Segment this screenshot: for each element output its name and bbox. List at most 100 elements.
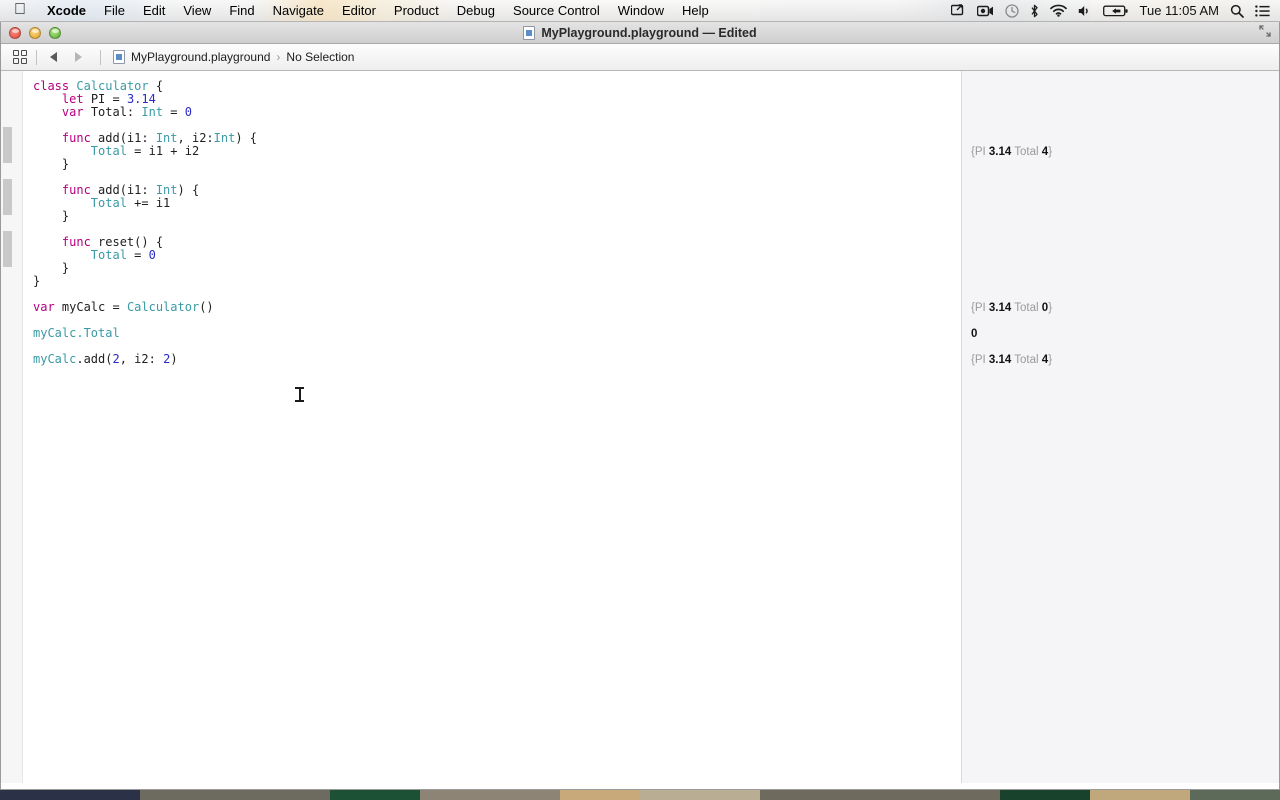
result-token: {PI	[971, 354, 989, 366]
wifi-icon[interactable]	[1049, 4, 1067, 17]
menu-source-control[interactable]: Source Control	[504, 0, 609, 22]
code-token: 3.14	[126, 92, 156, 106]
code-folding-gutter[interactable]	[1, 71, 23, 783]
code-token: .add(	[76, 352, 113, 366]
code-token: add(i1:	[98, 131, 156, 145]
screen-recording-icon[interactable]	[976, 5, 994, 17]
code-token: Total	[90, 144, 127, 158]
menu-product[interactable]: Product	[385, 0, 448, 22]
code-token: ) {	[177, 183, 200, 197]
code-token: Int	[155, 183, 178, 197]
code-token: }	[33, 274, 41, 288]
code-line[interactable]: class Calculator {	[33, 80, 961, 93]
code-line[interactable]: func add(i1: Int) {	[33, 184, 961, 197]
list-lines-icon[interactable]	[1255, 4, 1270, 17]
result-row[interactable]: {PI 3.14 Total 0}	[971, 302, 1052, 314]
editor-layout-grid-icon[interactable]	[13, 50, 27, 64]
menu-find[interactable]: Find	[220, 0, 263, 22]
code-token: Calculator	[76, 79, 149, 93]
result-token: 3.14	[988, 146, 1012, 158]
airplay-screen-icon[interactable]	[950, 3, 966, 18]
code-token: Int	[155, 131, 178, 145]
fold-band[interactable]	[3, 127, 12, 163]
divider	[36, 49, 37, 65]
fold-band[interactable]	[3, 231, 12, 267]
code-line[interactable]: }	[33, 158, 961, 171]
volume-icon[interactable]	[1078, 5, 1092, 17]
code-line[interactable]: var Total: Int = 0	[33, 106, 961, 119]
results-sidebar: {PI 3.14 Total 4} {PI 3.14 Total 0} 0 {PI 3…	[961, 71, 1279, 783]
menu-xcode[interactable]: Xcode	[38, 0, 95, 22]
menu-edit[interactable]: Edit	[134, 0, 174, 22]
code-line[interactable]	[33, 223, 961, 236]
fullscreen-arrows-icon[interactable]	[1259, 25, 1271, 40]
code-token: , i2:	[177, 131, 214, 145]
code-line[interactable]: func reset() {	[33, 236, 961, 249]
window-title-bar[interactable]: MyPlayground.playground — Edited	[1, 22, 1279, 44]
result-token: }	[1048, 146, 1053, 158]
code-line[interactable]: var myCalc = Calculator()	[33, 301, 961, 314]
result-row[interactable]: 0	[971, 328, 977, 340]
code-token: reset() {	[98, 235, 164, 249]
battery-icon[interactable]	[1102, 5, 1129, 17]
breadcrumb: MyPlayground.playground › No Selection	[113, 50, 354, 64]
code-token: 0	[148, 248, 156, 262]
menu-file[interactable]: File	[95, 0, 134, 22]
editor-area: class Calculator { let PI = 3.14 var Tot…	[1, 71, 1279, 783]
code-line[interactable]: myCalc.add(2, i2: 2)	[33, 353, 961, 366]
code-token: ) {	[235, 131, 258, 145]
result-token: }	[1048, 302, 1053, 314]
menu-items: Xcode File Edit View Find Navigate Editor Produ…	[38, 0, 718, 22]
menu-bar-status-area: Tue 11:05 AM	[950, 3, 1280, 18]
code-line[interactable]: Total = 0	[33, 249, 961, 262]
code-token: func	[61, 235, 99, 249]
code-token: Int	[213, 131, 236, 145]
code-line[interactable]: Total = i1 + i2	[33, 145, 961, 158]
result-token: 3.14	[988, 354, 1012, 366]
result-token: Total	[1011, 146, 1042, 158]
search-icon[interactable]	[1230, 4, 1244, 18]
menu-editor[interactable]: Editor	[333, 0, 385, 22]
code-token: myCalc =	[61, 300, 127, 314]
code-token: Total	[90, 196, 127, 210]
playground-document-icon	[523, 25, 536, 40]
code-token: let	[61, 92, 91, 106]
menu-bar-clock[interactable]: Tue 11:05 AM	[1140, 3, 1220, 18]
source-code[interactable]: class Calculator { let PI = 3.14 var Tot…	[23, 71, 961, 366]
code-token: PI =	[90, 92, 127, 106]
apple-logo-icon[interactable]: 	[14, 1, 26, 18]
code-token: add(i1:	[98, 183, 156, 197]
code-line[interactable]: }	[33, 275, 961, 288]
result-row[interactable]: {PI 3.14 Total 4}	[971, 354, 1052, 366]
menu-window[interactable]: Window	[609, 0, 673, 22]
menu-navigate[interactable]: Navigate	[264, 0, 333, 22]
code-editor[interactable]: class Calculator { let PI = 3.14 var Tot…	[23, 71, 961, 783]
code-token: =	[163, 105, 185, 119]
code-token: {	[148, 79, 164, 93]
code-line[interactable]: }	[33, 210, 961, 223]
result-token: 0	[971, 328, 978, 340]
code-line[interactable]: Total += i1	[33, 197, 961, 210]
code-token: Calculator	[126, 300, 200, 314]
breadcrumb-item-selection[interactable]: No Selection	[286, 50, 354, 64]
code-token: 2	[112, 352, 120, 366]
time-machine-icon[interactable]	[1004, 3, 1019, 18]
code-line[interactable]	[33, 314, 961, 327]
screen:  XcodeFileEditViewFindNavigateEditorPro…	[0, 0, 1280, 800]
result-token: Total	[1011, 302, 1042, 314]
menu-view[interactable]: View	[174, 0, 220, 22]
menu-debug[interactable]: Debug	[448, 0, 504, 22]
code-line[interactable]: }	[33, 262, 961, 275]
menu-help[interactable]: Help	[673, 0, 718, 22]
code-token: += i1	[126, 196, 171, 210]
bluetooth-icon[interactable]	[1030, 4, 1039, 18]
back-arrow-icon[interactable]	[50, 52, 57, 62]
code-line[interactable]: myCalc.Total	[33, 327, 961, 340]
xcode-window: MyPlayground.playground — Edited MyPlayg…	[0, 22, 1280, 790]
fold-band[interactable]	[3, 179, 12, 215]
breadcrumb-item-file[interactable]: MyPlayground.playground	[131, 50, 270, 64]
code-token: Total:	[90, 105, 142, 119]
result-row[interactable]: {PI 3.14 Total 4}	[971, 146, 1052, 158]
code-token: myCalc.Total	[33, 326, 120, 340]
